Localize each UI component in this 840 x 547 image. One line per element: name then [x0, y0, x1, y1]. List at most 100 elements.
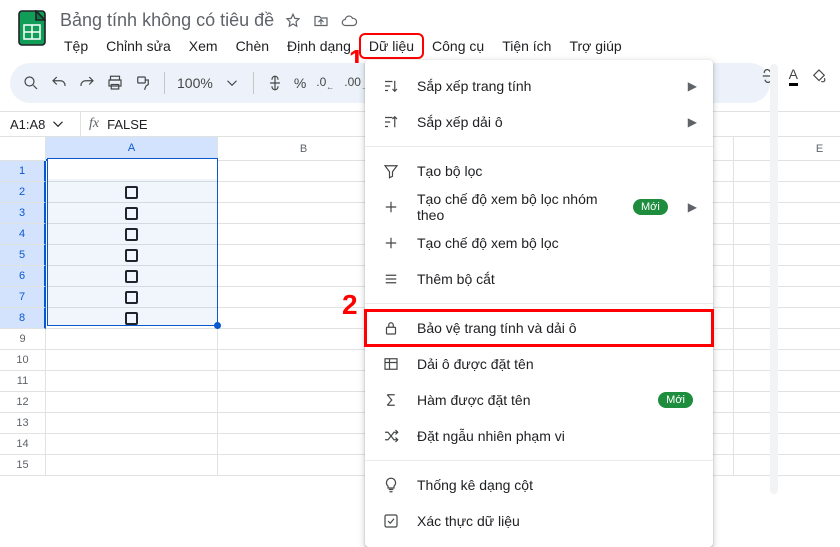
menu-item-thêm-bộ-cắt[interactable]: Thêm bộ cắt	[365, 261, 713, 297]
menu-item-tạo-chế-độ-xem-bộ-lọc[interactable]: Tạo chế độ xem bộ lọc	[365, 225, 713, 261]
menu-item-sắp-xếp-trang-tính[interactable]: Sắp xếp trang tính▶	[365, 68, 713, 104]
row-header[interactable]: 3	[0, 203, 46, 224]
row-header[interactable]: 7	[0, 287, 46, 308]
checkbox-icon[interactable]	[125, 249, 138, 262]
cell[interactable]	[734, 371, 840, 392]
checkbox-icon[interactable]	[125, 291, 138, 304]
checkbox-icon[interactable]	[125, 312, 138, 325]
menu-tiện-ích[interactable]: Tiện ích	[494, 35, 559, 57]
cell[interactable]	[734, 329, 840, 350]
row-header[interactable]: 10	[0, 350, 46, 371]
cell[interactable]	[46, 182, 218, 203]
menu-tệp[interactable]: Tệp	[56, 35, 96, 57]
zoom-select[interactable]: 100%	[177, 75, 213, 91]
cell[interactable]	[46, 266, 218, 287]
row-header[interactable]: 13	[0, 413, 46, 434]
select-all-corner[interactable]	[0, 137, 46, 161]
cell[interactable]	[734, 224, 840, 245]
cell[interactable]	[734, 203, 840, 224]
cell[interactable]	[46, 434, 218, 455]
currency-icon[interactable]	[266, 74, 284, 92]
col-header[interactable]: E	[734, 137, 840, 161]
name-box[interactable]: A1:A8	[0, 115, 80, 133]
cell[interactable]	[46, 392, 218, 413]
fill-color-icon[interactable]	[810, 67, 828, 85]
menu-trợ-giúp[interactable]: Trợ giúp	[561, 35, 629, 57]
row-header[interactable]: 12	[0, 392, 46, 413]
move-icon[interactable]	[312, 12, 330, 30]
paint-icon[interactable]	[134, 74, 152, 92]
row-header[interactable]: 4	[0, 224, 46, 245]
cell[interactable]	[46, 308, 218, 329]
vertical-scrollbar[interactable]	[770, 64, 778, 494]
cell[interactable]	[46, 203, 218, 224]
row-header[interactable]: 6	[0, 266, 46, 287]
menu-item-hàm-được-đặt-tên[interactable]: Hàm được đặt tênMới	[365, 382, 713, 418]
row-header[interactable]: 15	[0, 455, 46, 476]
checkbox-icon[interactable]	[125, 228, 138, 241]
cell[interactable]	[734, 350, 840, 371]
search-icon[interactable]	[22, 74, 40, 92]
menu-chỉnh-sửa[interactable]: Chỉnh sửa	[98, 35, 179, 57]
text-color-button[interactable]: A	[789, 66, 798, 86]
menu-item-label: Đặt ngẫu nhiên phạm vi	[417, 428, 697, 444]
cell[interactable]	[46, 371, 218, 392]
row-header[interactable]: 9	[0, 329, 46, 350]
cell[interactable]	[46, 161, 218, 182]
print-icon[interactable]	[106, 74, 124, 92]
menu-xem[interactable]: Xem	[181, 35, 226, 57]
menu-item-dải-ô-được-đặt-tên[interactable]: Dải ô được đặt tên	[365, 346, 713, 382]
row-header[interactable]: 14	[0, 434, 46, 455]
cell[interactable]	[734, 161, 840, 182]
cell[interactable]	[46, 245, 218, 266]
cell[interactable]	[734, 413, 840, 434]
plus-icon	[381, 234, 401, 252]
cell[interactable]	[734, 287, 840, 308]
row-header[interactable]: 8	[0, 308, 46, 329]
cell[interactable]	[734, 182, 840, 203]
menu-dữ-liệu[interactable]: Dữ liệu	[361, 35, 422, 57]
cell[interactable]	[46, 455, 218, 476]
star-icon[interactable]	[284, 12, 302, 30]
menu-item-xác-thực-dữ-liệu[interactable]: Xác thực dữ liệu	[365, 503, 713, 539]
sheets-logo[interactable]	[12, 8, 52, 48]
menu-item-đặt-ngẫu-nhiên-phạm-vi[interactable]: Đặt ngẫu nhiên phạm vi	[365, 418, 713, 454]
row-header[interactable]: 2	[0, 182, 46, 203]
cell[interactable]	[46, 329, 218, 350]
doc-title[interactable]: Bảng tính không có tiêu đề	[60, 10, 274, 31]
cell[interactable]	[734, 245, 840, 266]
percent-button[interactable]: %	[294, 75, 306, 91]
cloud-icon[interactable]	[340, 12, 358, 30]
checkbox-icon[interactable]	[125, 165, 138, 178]
menu-công-cụ[interactable]: Công cụ	[424, 35, 492, 57]
chevron-down-icon[interactable]	[223, 74, 241, 92]
col-header[interactable]: A	[46, 137, 218, 161]
cell[interactable]	[46, 287, 218, 308]
cell[interactable]	[734, 455, 840, 476]
checkbox-icon[interactable]	[125, 186, 138, 199]
undo-icon[interactable]	[50, 74, 68, 92]
cell[interactable]	[734, 392, 840, 413]
menu-item-tạo-chế-độ-xem-bộ-lọc-nhóm-theo[interactable]: Tạo chế độ xem bộ lọc nhóm theoMới▶	[365, 189, 713, 225]
checkbox-icon[interactable]	[125, 270, 138, 283]
menu-item-bảo-vệ-trang-tính-và-dải-ô[interactable]: Bảo vệ trang tính và dải ô	[365, 310, 713, 346]
menu-item-label: Thêm bộ cắt	[417, 271, 697, 287]
row-header[interactable]: 11	[0, 371, 46, 392]
decimal-dec-button[interactable]: .0←	[316, 75, 334, 91]
cell[interactable]	[46, 413, 218, 434]
row-header[interactable]: 5	[0, 245, 46, 266]
cell[interactable]	[734, 434, 840, 455]
menu-chèn[interactable]: Chèn	[228, 35, 277, 57]
menu-item-tạo-bộ-lọc[interactable]: Tạo bộ lọc	[365, 153, 713, 189]
menu-item-sắp-xếp-dải-ô[interactable]: Sắp xếp dải ô▶	[365, 104, 713, 140]
menu-định-dạng[interactable]: Định dạng	[279, 35, 359, 57]
cell[interactable]	[734, 266, 840, 287]
cell[interactable]	[46, 350, 218, 371]
cell[interactable]	[734, 308, 840, 329]
menu-item-thống-kê-dạng-cột[interactable]: Thống kê dạng cột	[365, 467, 713, 503]
cell[interactable]	[46, 224, 218, 245]
row-header[interactable]: 1	[0, 161, 46, 182]
redo-icon[interactable]	[78, 74, 96, 92]
checkbox-icon[interactable]	[125, 207, 138, 220]
formula-value[interactable]: FALSE	[107, 117, 147, 132]
